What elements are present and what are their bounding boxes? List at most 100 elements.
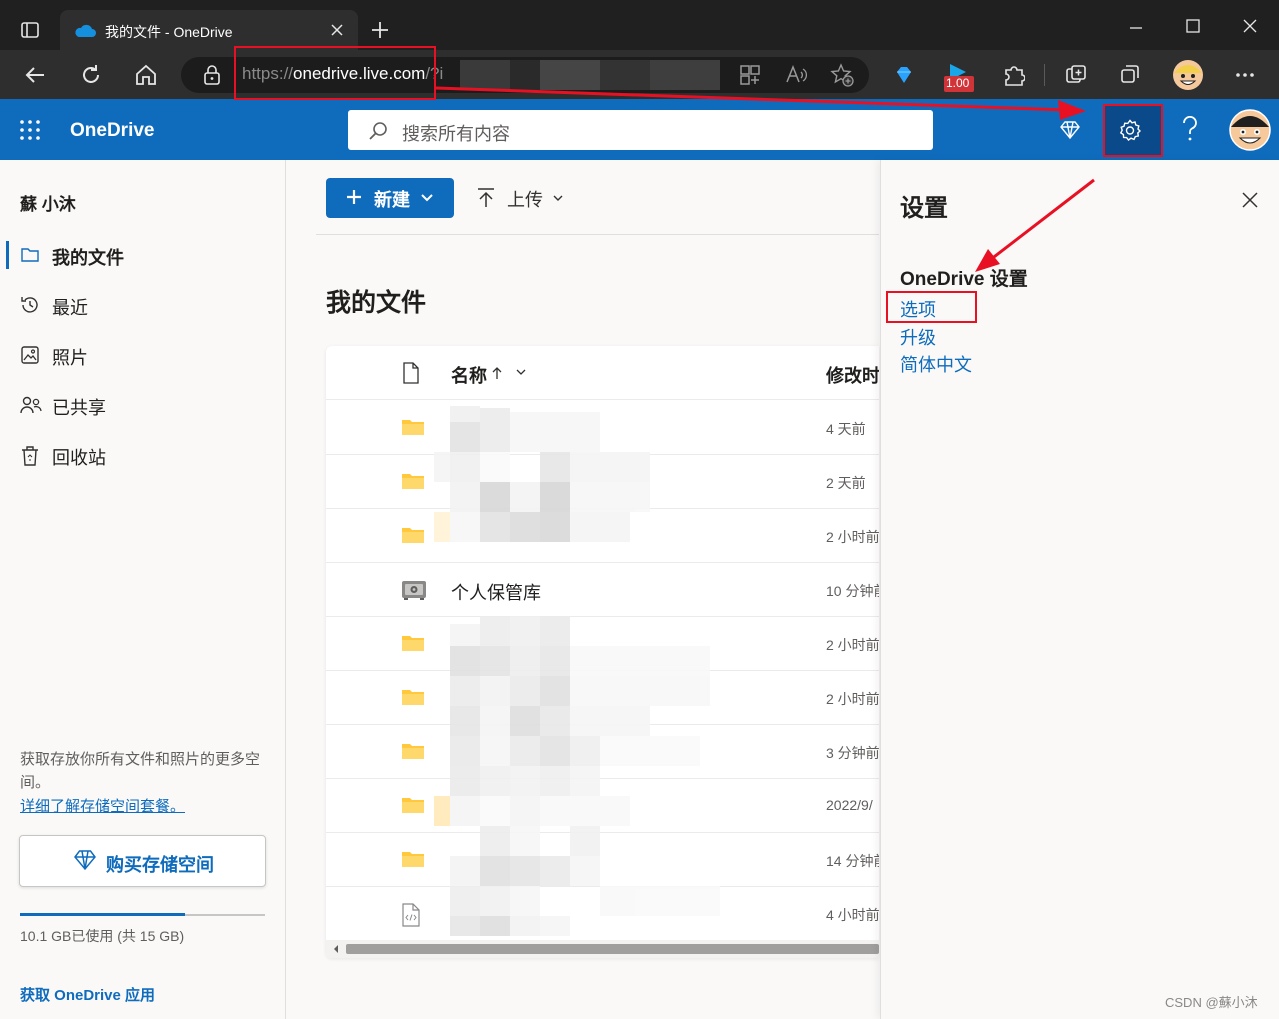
folder-icon <box>401 525 425 545</box>
collections-icon[interactable] <box>1064 63 1088 87</box>
help-icon[interactable] <box>1180 116 1200 142</box>
vault-icon <box>401 579 427 601</box>
video-extension-icon[interactable]: 1.00 <box>944 62 974 94</box>
file-modified: 2 天前 <box>826 475 866 491</box>
close-icon[interactable] <box>1241 191 1259 209</box>
onedrive-settings-heading: OneDrive 设置 <box>900 269 1028 290</box>
user-name: 蘇 小沐 <box>20 195 76 214</box>
folder-icon <box>20 245 40 265</box>
folder-icon <box>401 687 425 707</box>
app-available-icon[interactable] <box>739 64 761 86</box>
diamond-extension-icon[interactable] <box>893 64 915 86</box>
home-icon[interactable] <box>134 63 158 87</box>
file-modified: 10 分钟前 <box>826 583 879 599</box>
lock-icon[interactable] <box>203 65 221 85</box>
command-bar-divider <box>316 234 879 235</box>
nav-label: 我的文件 <box>52 248 124 268</box>
photo-icon <box>20 345 40 365</box>
file-modified: 2 小时前 <box>826 529 879 545</box>
folder-icon <box>401 741 425 761</box>
nav-label: 照片 <box>52 348 88 368</box>
nav-item-recycle-bin[interactable]: 回收站 <box>0 433 285 477</box>
toolbar-divider <box>1044 64 1045 86</box>
extensions-puzzle-icon[interactable] <box>1003 63 1025 87</box>
search-icon <box>368 121 388 141</box>
storage-plans-link[interactable]: 详细了解存储空间套餐。 <box>20 795 185 816</box>
file-modified: 2 小时前 <box>826 691 879 707</box>
close-tab-icon[interactable] <box>331 24 343 36</box>
upload-arrow-icon <box>476 187 496 209</box>
buy-storage-label: 购买存储空间 <box>106 855 214 875</box>
scrollbar-thumb[interactable] <box>346 944 879 954</box>
nav-label: 已共享 <box>52 398 106 418</box>
extension-badge: 1.00 <box>946 76 970 90</box>
upload-button[interactable]: 上传 <box>507 186 543 212</box>
page-title: 我的文件 <box>326 289 427 317</box>
nav-item-shared[interactable]: 已共享 <box>0 383 285 427</box>
recycle-bin-icon <box>20 445 40 467</box>
onedrive-brand[interactable]: OneDrive <box>70 120 154 142</box>
settings-link-language[interactable]: 简体中文 <box>900 351 972 377</box>
get-onedrive-app-link[interactable]: 获取 OneDrive 应用 <box>20 984 155 1005</box>
scroll-left-icon[interactable] <box>332 944 340 954</box>
premium-diamond-icon <box>73 849 97 871</box>
storage-meter-fill <box>20 913 185 916</box>
file-type-icon[interactable] <box>402 362 420 384</box>
watermark: CSDN @蘇小沐 <box>1165 995 1258 1010</box>
search-placeholder: 搜索所有内容 <box>402 124 510 144</box>
folder-icon <box>401 417 425 437</box>
file-modified: 4 天前 <box>826 421 866 437</box>
file-modified: 4 小时前 <box>826 907 879 923</box>
chevron-down-icon <box>420 191 434 205</box>
chevron-down-icon[interactable] <box>552 192 564 204</box>
tab-title: 我的文件 - OneDrive <box>105 24 233 40</box>
new-button-label: 新建 <box>374 190 410 210</box>
browser-profile-avatar[interactable] <box>1172 59 1204 91</box>
minimize-icon[interactable] <box>1128 20 1144 36</box>
nav-item-photos[interactable]: 照片 <box>0 333 285 377</box>
people-icon <box>20 395 42 415</box>
back-icon[interactable] <box>23 63 47 87</box>
folder-icon <box>401 795 425 815</box>
annotation-box-options <box>886 291 977 323</box>
folder-icon <box>401 849 425 869</box>
account-avatar[interactable] <box>1229 109 1271 151</box>
file-modified: 2 小时前 <box>826 637 879 653</box>
premium-diamond-icon[interactable] <box>1059 120 1081 140</box>
url-redacted-pixels <box>460 60 720 90</box>
refresh-icon[interactable] <box>79 63 103 87</box>
app-launcher-icon[interactable] <box>20 120 40 140</box>
file-modified: 2022/9/ <box>826 797 873 813</box>
chevron-down-icon[interactable] <box>515 368 527 378</box>
new-tab-icon[interactable] <box>370 20 390 40</box>
screenshot-icon[interactable] <box>1119 63 1141 85</box>
horizontal-scrollbar[interactable] <box>326 940 879 958</box>
file-modified: 3 分钟前 <box>826 745 879 761</box>
folder-icon <box>401 633 425 653</box>
onedrive-cloud-icon <box>74 24 96 38</box>
settings-title: 设置 <box>900 195 948 222</box>
code-file-icon <box>401 903 421 927</box>
maximize-icon[interactable] <box>1185 18 1201 34</box>
annotation-box-url <box>234 46 436 100</box>
browser-tab-onedrive[interactable]: 我的文件 - OneDrive <box>60 10 358 50</box>
storage-usage-text: 10.1 GB已使用 (共 15 GB) <box>20 928 185 944</box>
nav-item-my-files[interactable]: 我的文件 <box>0 233 285 277</box>
clock-icon <box>20 295 40 315</box>
plus-icon <box>345 188 363 206</box>
redacted-names-mosaic <box>432 406 732 936</box>
nav-item-recent[interactable]: 最近 <box>0 283 285 327</box>
storage-promo-text: 获取存放你所有文件和照片的更多空间。 <box>20 751 261 791</box>
settings-link-upgrade[interactable]: 升级 <box>900 324 936 350</box>
gear-icon <box>1119 119 1141 141</box>
sort-ascending-icon[interactable] <box>492 366 502 380</box>
add-favorite-icon[interactable] <box>830 63 854 87</box>
nav-label: 最近 <box>52 298 88 318</box>
close-window-icon[interactable] <box>1242 18 1258 34</box>
column-header-modified[interactable]: 修改时 <box>826 362 879 388</box>
nav-label: 回收站 <box>52 448 106 468</box>
more-options-icon[interactable] <box>1234 64 1256 86</box>
column-header-name[interactable]: 名称 <box>451 362 487 388</box>
read-aloud-icon[interactable] <box>785 64 807 86</box>
tab-actions-icon[interactable] <box>20 20 40 40</box>
